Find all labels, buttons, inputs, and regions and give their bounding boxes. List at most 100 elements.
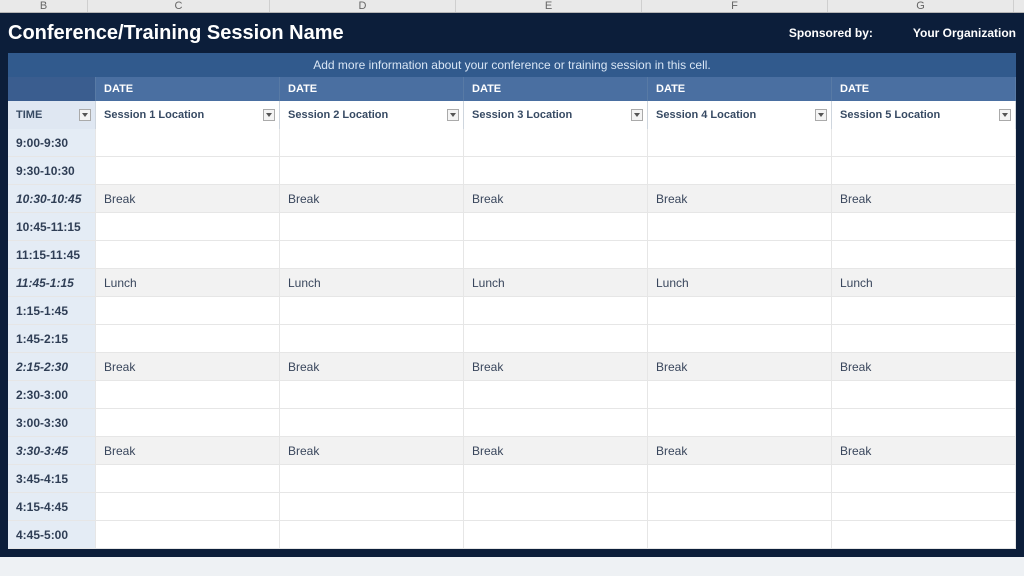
time-cell[interactable]: 3:45-4:15 xyxy=(8,465,96,493)
column-letter[interactable]: E xyxy=(456,0,642,12)
time-column-header[interactable]: TIME xyxy=(8,101,96,129)
schedule-cell[interactable] xyxy=(464,213,648,241)
time-cell[interactable]: 3:30-3:45 xyxy=(8,437,96,465)
schedule-cell[interactable]: Lunch xyxy=(280,269,464,297)
schedule-cell[interactable] xyxy=(832,493,1016,521)
schedule-cell[interactable]: Break xyxy=(280,437,464,465)
schedule-cell[interactable] xyxy=(648,213,832,241)
schedule-cell[interactable] xyxy=(280,129,464,157)
schedule-cell[interactable] xyxy=(280,409,464,437)
schedule-cell[interactable] xyxy=(464,325,648,353)
schedule-cell[interactable] xyxy=(648,241,832,269)
column-letter[interactable]: G xyxy=(828,0,1014,12)
time-cell[interactable]: 1:45-2:15 xyxy=(8,325,96,353)
schedule-cell[interactable] xyxy=(832,409,1016,437)
schedule-cell[interactable] xyxy=(280,521,464,549)
schedule-cell[interactable] xyxy=(832,465,1016,493)
session-location-header[interactable]: Session 5 Location xyxy=(832,101,1016,129)
schedule-cell[interactable] xyxy=(648,381,832,409)
filter-dropdown[interactable] xyxy=(79,109,91,121)
schedule-cell[interactable] xyxy=(648,297,832,325)
schedule-cell[interactable]: Lunch xyxy=(464,269,648,297)
schedule-cell[interactable] xyxy=(464,521,648,549)
date-header-cell[interactable]: DATE xyxy=(280,77,464,101)
schedule-cell[interactable] xyxy=(96,213,280,241)
schedule-cell[interactable] xyxy=(832,297,1016,325)
schedule-cell[interactable]: Lunch xyxy=(96,269,280,297)
schedule-cell[interactable] xyxy=(464,493,648,521)
schedule-cell[interactable] xyxy=(96,493,280,521)
schedule-cell[interactable] xyxy=(280,297,464,325)
schedule-cell[interactable] xyxy=(648,409,832,437)
schedule-cell[interactable] xyxy=(280,493,464,521)
schedule-cell[interactable] xyxy=(832,381,1016,409)
schedule-cell[interactable] xyxy=(648,325,832,353)
schedule-cell[interactable] xyxy=(280,381,464,409)
schedule-cell[interactable] xyxy=(832,241,1016,269)
schedule-cell[interactable]: Break xyxy=(832,353,1016,381)
schedule-cell[interactable]: Break xyxy=(464,437,648,465)
schedule-cell[interactable] xyxy=(464,409,648,437)
session-location-header[interactable]: Session 3 Location xyxy=(464,101,648,129)
session-location-header[interactable]: Session 4 Location xyxy=(648,101,832,129)
date-header-cell[interactable]: DATE xyxy=(96,77,280,101)
session-location-header[interactable]: Session 2 Location xyxy=(280,101,464,129)
schedule-cell[interactable] xyxy=(96,297,280,325)
date-header-cell[interactable]: DATE xyxy=(648,77,832,101)
schedule-cell[interactable] xyxy=(280,325,464,353)
time-cell[interactable]: 11:45-1:15 xyxy=(8,269,96,297)
schedule-cell[interactable]: Break xyxy=(648,353,832,381)
schedule-cell[interactable] xyxy=(832,521,1016,549)
column-letter[interactable]: F xyxy=(642,0,828,12)
schedule-cell[interactable] xyxy=(464,157,648,185)
schedule-cell[interactable] xyxy=(96,325,280,353)
filter-dropdown[interactable] xyxy=(999,109,1011,121)
schedule-cell[interactable] xyxy=(96,241,280,269)
schedule-cell[interactable]: Break xyxy=(96,437,280,465)
schedule-cell[interactable] xyxy=(464,465,648,493)
time-cell[interactable]: 10:45-11:15 xyxy=(8,213,96,241)
date-header-cell[interactable]: DATE xyxy=(464,77,648,101)
schedule-cell[interactable]: Break xyxy=(648,185,832,213)
schedule-cell[interactable] xyxy=(832,129,1016,157)
column-letter[interactable]: D xyxy=(270,0,456,12)
schedule-cell[interactable]: Break xyxy=(648,437,832,465)
schedule-cell[interactable] xyxy=(648,465,832,493)
schedule-cell[interactable] xyxy=(464,297,648,325)
column-letter[interactable]: B xyxy=(0,0,88,12)
time-cell[interactable]: 9:00-9:30 xyxy=(8,129,96,157)
filter-dropdown[interactable] xyxy=(447,109,459,121)
schedule-cell[interactable] xyxy=(832,325,1016,353)
schedule-cell[interactable] xyxy=(280,241,464,269)
schedule-cell[interactable] xyxy=(280,157,464,185)
schedule-cell[interactable] xyxy=(96,381,280,409)
schedule-cell[interactable] xyxy=(96,465,280,493)
schedule-cell[interactable] xyxy=(96,157,280,185)
schedule-cell[interactable] xyxy=(832,157,1016,185)
schedule-cell[interactable]: Lunch xyxy=(648,269,832,297)
date-header-cell[interactable]: DATE xyxy=(832,77,1016,101)
schedule-cell[interactable] xyxy=(464,381,648,409)
time-cell[interactable]: 11:15-11:45 xyxy=(8,241,96,269)
time-cell[interactable]: 10:30-10:45 xyxy=(8,185,96,213)
schedule-cell[interactable]: Break xyxy=(280,353,464,381)
session-location-header[interactable]: Session 1 Location xyxy=(96,101,280,129)
schedule-cell[interactable] xyxy=(648,521,832,549)
schedule-cell[interactable]: Break xyxy=(280,185,464,213)
time-cell[interactable]: 2:30-3:00 xyxy=(8,381,96,409)
schedule-cell[interactable] xyxy=(96,409,280,437)
schedule-cell[interactable]: Lunch xyxy=(832,269,1016,297)
filter-dropdown[interactable] xyxy=(263,109,275,121)
schedule-cell[interactable] xyxy=(648,493,832,521)
schedule-cell[interactable] xyxy=(96,521,280,549)
schedule-cell[interactable] xyxy=(464,241,648,269)
filter-dropdown[interactable] xyxy=(815,109,827,121)
filter-dropdown[interactable] xyxy=(631,109,643,121)
time-cell[interactable]: 2:15-2:30 xyxy=(8,353,96,381)
schedule-cell[interactable] xyxy=(648,129,832,157)
schedule-cell[interactable] xyxy=(832,213,1016,241)
time-cell[interactable]: 4:45-5:00 xyxy=(8,521,96,549)
schedule-cell[interactable] xyxy=(464,129,648,157)
schedule-cell[interactable]: Break xyxy=(464,185,648,213)
schedule-cell[interactable]: Break xyxy=(96,185,280,213)
